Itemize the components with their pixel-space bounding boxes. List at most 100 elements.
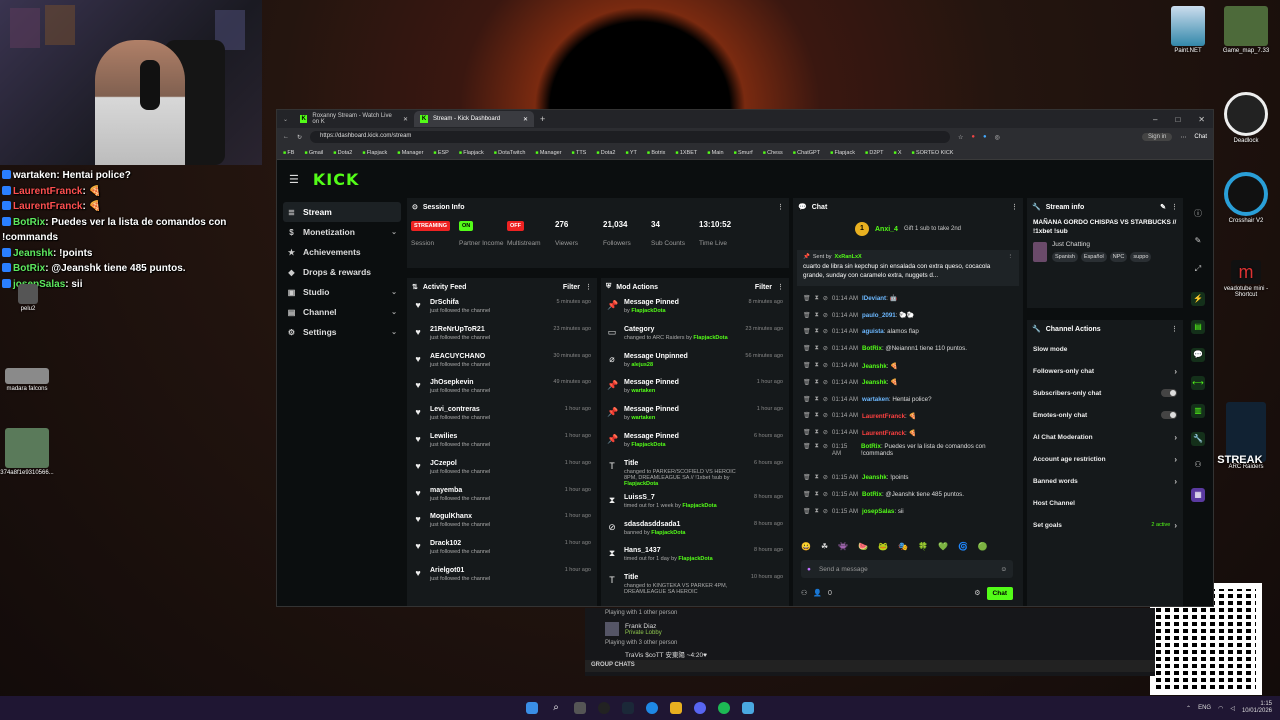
channel-action-host-channel[interactable]: Host Channel xyxy=(1027,492,1183,514)
pen-icon[interactable]: ✎ xyxy=(1187,236,1209,264)
activity-item[interactable]: ♥ AEACUYCHANO just followed the channel 30 … xyxy=(407,350,597,377)
sidebar-item-stream[interactable]: ≣ Stream xyxy=(283,202,401,222)
delete-icon[interactable]: 🗑 xyxy=(803,443,811,450)
signin-button[interactable]: Sign in xyxy=(1141,133,1173,141)
chat-input[interactable]: ● Send a message ☺ xyxy=(801,560,1013,578)
chat-message[interactable]: 🗑 ⧗ ⊘ 01:15 AM Jeanshk: !points xyxy=(793,469,1023,486)
channel-action-slow-mode[interactable]: Slow mode xyxy=(1027,338,1183,360)
chat-message[interactable]: 🗑 ⧗ ⊘ 01:15 AM josepSalas: sii xyxy=(793,503,1023,520)
mod-action-item[interactable]: ⊘ sdasdasddsada1 banned by FlapjackDota 8 h… xyxy=(601,518,789,545)
delete-icon[interactable]: 🗑 xyxy=(803,412,811,419)
more-icon[interactable]: ⋮ xyxy=(585,283,592,291)
delete-icon[interactable]: 🗑 xyxy=(803,362,811,369)
delete-icon[interactable]: 🗑 xyxy=(803,474,811,481)
chat-message[interactable]: 🗑 ⧗ ⊘ 01:14 AM LaurentFranck: 🍕 xyxy=(793,424,1023,441)
friend-row[interactable]: Frank Diaz Private Lobby xyxy=(585,620,1155,638)
edit-icon[interactable]: ✎ xyxy=(1160,203,1166,211)
desktop-icon-veadotube[interactable]: m veadotube mini - Shortcut xyxy=(1218,260,1274,298)
gift-sub-text[interactable]: Gift 1 sub to take 2nd xyxy=(904,226,961,232)
group-chats-header[interactable]: GROUP CHATS xyxy=(585,660,1155,672)
timeout-icon[interactable]: ⧗ xyxy=(815,295,819,302)
tab-roxanny[interactable]: K Roxanny Stream - Watch Live on K ✕ xyxy=(294,111,414,127)
session-stat[interactable]: OFF Multistream xyxy=(507,220,555,247)
volume-icon[interactable]: ◁ xyxy=(1230,705,1235,712)
bookmark-item[interactable]: Gmail xyxy=(304,150,323,156)
share-icon[interactable]: ⚇ xyxy=(1187,460,1209,488)
desktop-icon[interactable]: 374a8f1e9310566... xyxy=(0,428,54,476)
start-icon[interactable] xyxy=(526,702,538,714)
chat-username[interactable]: LaurentFranck xyxy=(862,413,905,420)
emote-icon[interactable]: 🍉 xyxy=(858,542,868,551)
desktop-icon-paintnet[interactable]: Paint.NET xyxy=(1166,6,1210,54)
chat-message[interactable]: 🗑 ⧗ ⊘ 01:15 AM BotRix: @Jeanshk tiene 485 pu… xyxy=(793,486,1023,503)
chat-message[interactable]: 🗑 ⧗ ⊘ 01:14 AM paulo_2091: 🐑🐑 xyxy=(793,307,1023,324)
channel-action-ai-chat-moderation[interactable]: AI Chat Moderation › xyxy=(1027,426,1183,448)
stream-tag[interactable]: suppo xyxy=(1130,252,1152,262)
chat-username[interactable]: wartaken xyxy=(862,396,889,403)
channel-action-banned-words[interactable]: Banned words › xyxy=(1027,470,1183,492)
points-icon[interactable]: ⚇ xyxy=(801,589,807,597)
lightning-icon[interactable]: ⚡ xyxy=(1187,292,1209,320)
desktop-icon[interactable]: madara falcons xyxy=(2,368,52,392)
chat-username[interactable]: Jeanshk xyxy=(862,379,887,386)
delete-icon[interactable]: 🗑 xyxy=(803,295,811,302)
extension-icon[interactable]: ● xyxy=(971,134,975,140)
timeout-icon[interactable]: ⧗ xyxy=(815,312,819,319)
emote-picker-icon[interactable]: ☺ xyxy=(1000,566,1007,573)
chat-username[interactable]: josepSalas xyxy=(862,508,894,515)
chat-username[interactable]: IDeviant xyxy=(862,295,886,302)
mod-action-item[interactable]: T Title changed to KINGTEKA VS PARKER 4PM,… xyxy=(601,571,789,605)
ban-icon[interactable]: ⊘ xyxy=(823,362,828,369)
reload-icon[interactable]: ↻ xyxy=(297,134,302,141)
delete-icon[interactable]: 🗑 xyxy=(803,345,811,352)
category-thumbnail[interactable] xyxy=(1033,241,1047,262)
url-field[interactable]: https://dashboard.kick.com/stream xyxy=(310,131,951,143)
new-tab-icon[interactable]: + xyxy=(534,114,551,124)
stream-tag[interactable]: NPC xyxy=(1109,252,1128,262)
ban-icon[interactable]: ⊘ xyxy=(823,295,828,302)
emote-icon[interactable]: 🟢 xyxy=(978,542,988,551)
activity-item[interactable]: ♥ JhOsepkevin just followed the channel 49 … xyxy=(407,376,597,403)
channel-action-followers-only-chat[interactable]: Followers-only chat › xyxy=(1027,360,1183,382)
mod-action-item[interactable]: ⧗ Hans_1437 timed out for 1 day by Flapjac… xyxy=(601,544,789,571)
timeout-icon[interactable]: ⧗ xyxy=(815,396,819,403)
telegram-icon[interactable] xyxy=(742,702,754,714)
timeout-icon[interactable]: ⧗ xyxy=(815,328,819,335)
close-window-icon[interactable]: ✕ xyxy=(1198,115,1205,124)
ban-icon[interactable]: ⊘ xyxy=(823,379,828,386)
channel-action-set-goals[interactable]: Set goals 2 active › xyxy=(1027,514,1183,536)
explorer-icon[interactable] xyxy=(670,702,682,714)
delete-icon[interactable]: 🗑 xyxy=(803,491,811,498)
bookmark-item[interactable]: FB xyxy=(283,150,294,156)
ban-icon[interactable]: ⊘ xyxy=(823,474,828,481)
activity-item[interactable]: ♥ Levi_contreras just followed the channel… xyxy=(407,403,597,430)
chat-username[interactable]: aguista xyxy=(862,328,884,335)
minimize-icon[interactable]: – xyxy=(1153,115,1157,124)
emote-icon[interactable]: 🌀 xyxy=(958,542,968,551)
sidebar-item-settings[interactable]: ⚙ Settings ⌄ xyxy=(283,322,401,342)
discord-icon[interactable] xyxy=(694,702,706,714)
gifter-name[interactable]: Anxi_4 xyxy=(875,226,898,233)
extension-icon[interactable]: ◎ xyxy=(995,134,1000,141)
bookmark-item[interactable]: Flapjack xyxy=(362,150,387,156)
chat-message[interactable]: 🗑 ⧗ ⊘ 01:15 AM BotRix: Puedes ver la lista d… xyxy=(793,441,1023,469)
delete-icon[interactable]: 🗑 xyxy=(803,379,811,386)
mod-action-item[interactable]: ⧗ LuissS_7 timed out for 1 week by Flapjac… xyxy=(601,491,789,518)
emote-icon[interactable]: 😀 xyxy=(801,542,811,551)
bookmark-item[interactable]: ChatGPT xyxy=(793,150,820,156)
filter-button[interactable]: Filter xyxy=(563,284,580,291)
app-icon[interactable]: ▦ xyxy=(1187,488,1209,516)
timeout-icon[interactable]: ⧗ xyxy=(815,412,819,419)
mod-action-item[interactable]: 📌 Message Pinned by FlapjackDota 8 minutes … xyxy=(601,296,789,323)
obs-icon[interactable] xyxy=(598,702,610,714)
timeout-icon[interactable]: ⧗ xyxy=(815,362,819,369)
more-icon[interactable]: ⋮ xyxy=(1011,203,1018,211)
more-icon[interactable]: ⋮ xyxy=(777,283,784,291)
close-tab-icon[interactable]: ✕ xyxy=(403,116,408,123)
more-icon[interactable]: ⋮ xyxy=(1171,325,1178,333)
chat-message[interactable]: 🗑 ⧗ ⊘ 01:14 AM IDeviant: 🤖 xyxy=(793,290,1023,307)
mic-icon[interactable]: ● xyxy=(807,566,811,573)
ban-icon[interactable]: ⊘ xyxy=(823,491,828,498)
ban-icon[interactable]: ⊘ xyxy=(823,508,828,515)
sidebar-item-channel[interactable]: ▤ Channel ⌄ xyxy=(283,302,401,322)
